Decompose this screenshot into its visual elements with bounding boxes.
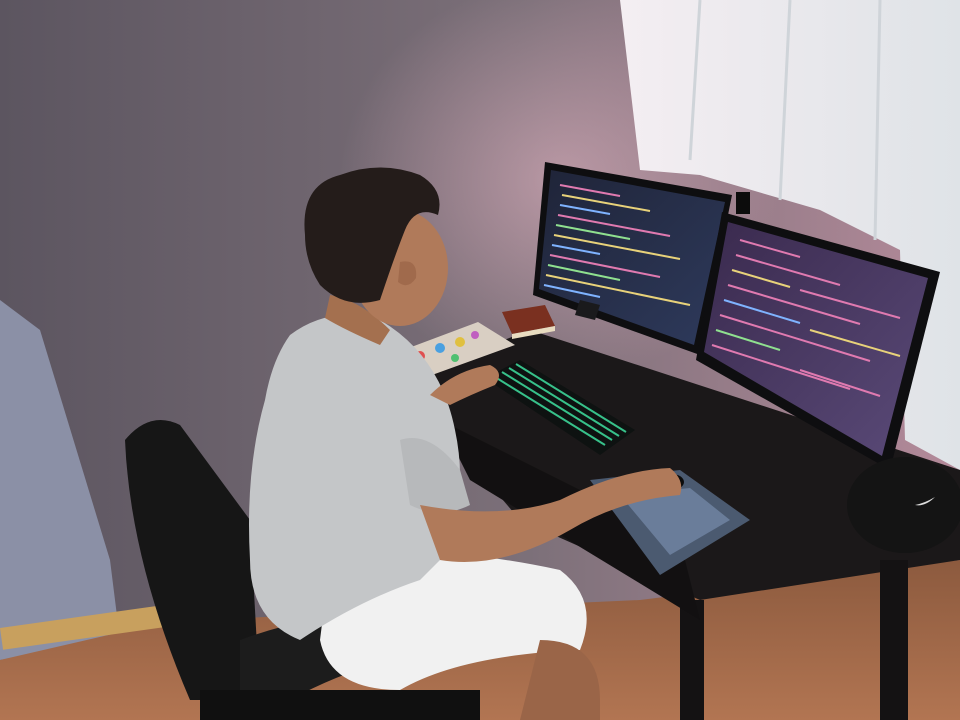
sticker <box>455 337 465 347</box>
cap <box>847 457 960 553</box>
desk-leg <box>680 600 704 720</box>
chair-base <box>200 690 480 720</box>
sticker <box>451 354 459 362</box>
sticker <box>471 331 479 339</box>
sticker <box>435 343 445 353</box>
scene-svg <box>0 0 960 720</box>
desk-leg <box>880 560 908 720</box>
photo-scene <box>0 0 960 720</box>
webcam <box>736 192 750 214</box>
